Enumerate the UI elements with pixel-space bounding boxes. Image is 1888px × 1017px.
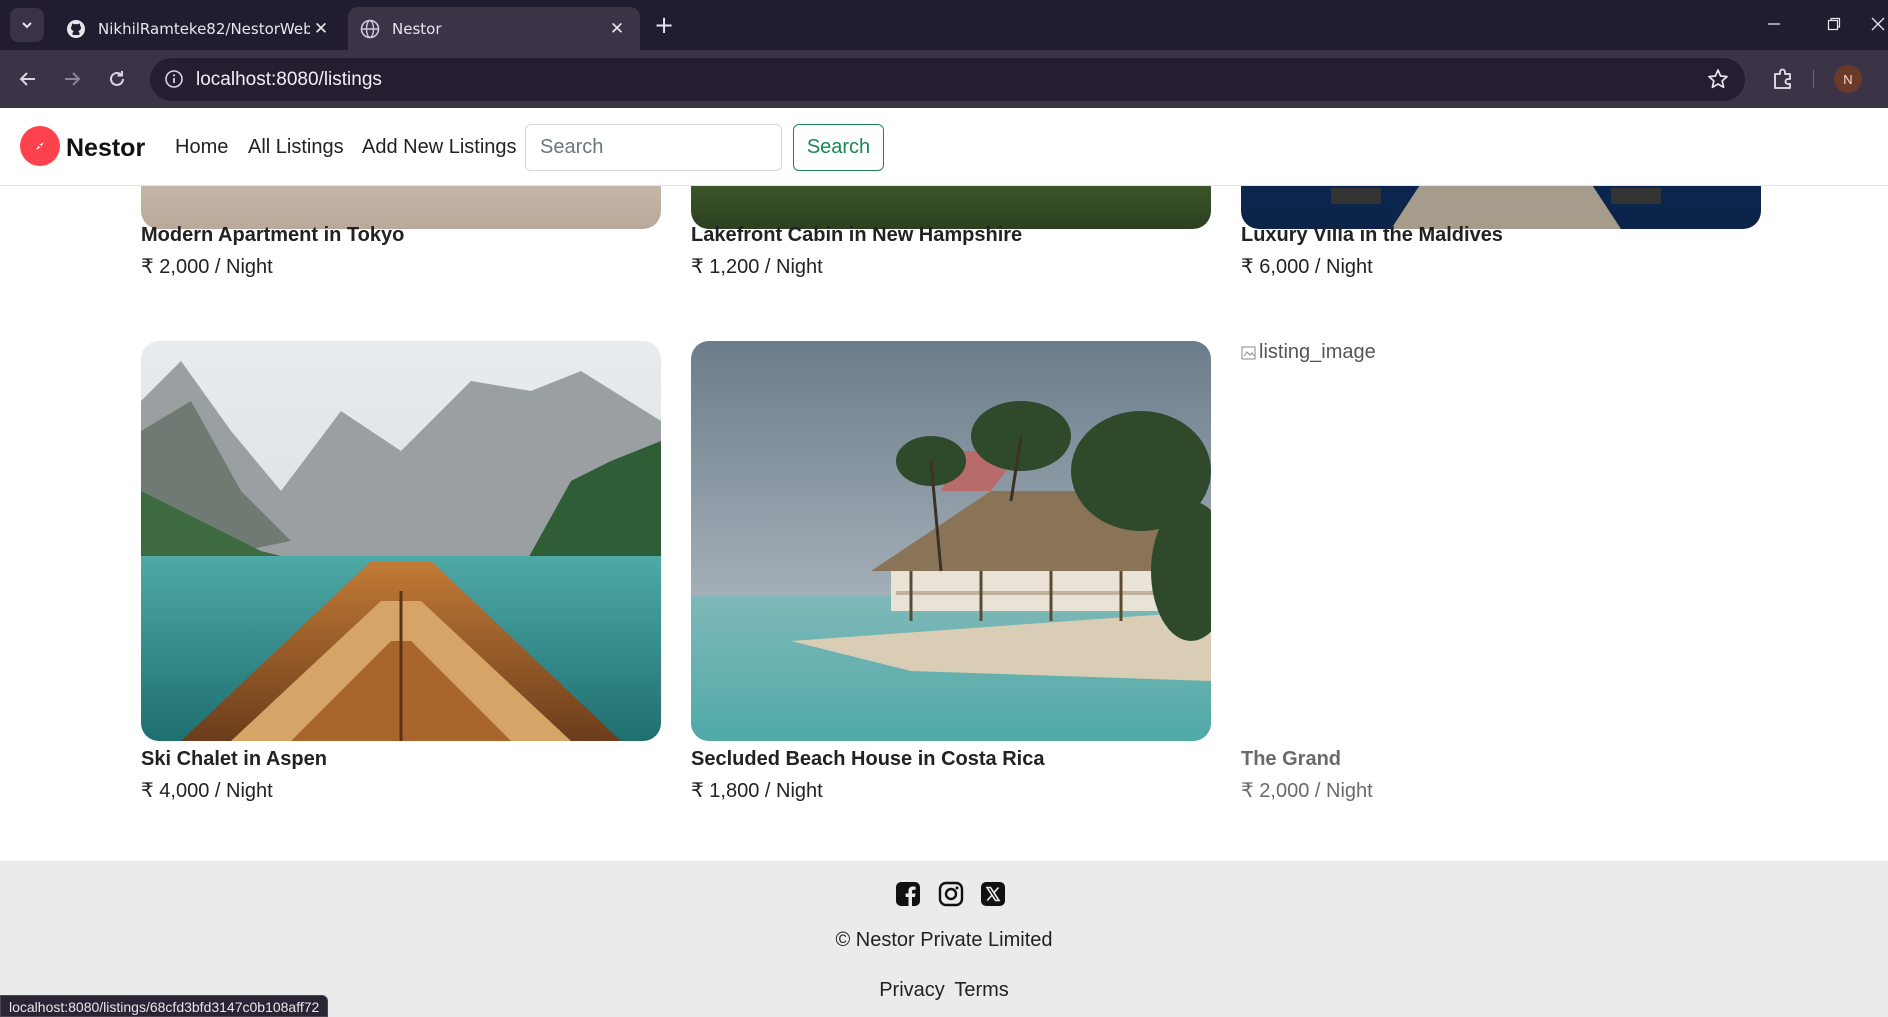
forward-button[interactable] [56, 63, 88, 95]
search-input[interactable] [525, 124, 782, 171]
restore-icon [1827, 17, 1841, 31]
reload-icon [110, 71, 124, 86]
browser-tab-nestor[interactable]: Nestor ✕ [348, 7, 640, 50]
browser-toolbar: localhost:8080/listings N [0, 50, 1888, 108]
site-footer: © Nestor Private Limited Privacy Terms [0, 861, 1888, 1017]
listing-title: Secluded Beach House in Costa Rica [691, 748, 1045, 770]
listing-image[interactable] [691, 341, 1211, 741]
browser-tab-strip: NikhilRamteke82/NestorWeb-P ✕ Nestor ✕ + [0, 0, 1888, 50]
minimize-button[interactable] [1754, 8, 1794, 40]
listing-price: ₹ 2,000 / Night [1241, 780, 1373, 802]
arrow-right-icon [65, 72, 81, 86]
restore-button[interactable] [1814, 8, 1854, 40]
web-page: Modern Apartment in Tokyo ₹ 2,000 / Nigh… [0, 108, 1888, 1017]
globe-icon [360, 19, 380, 38]
new-tab-button[interactable]: + [650, 11, 678, 39]
address-bar[interactable]: localhost:8080/listings [150, 58, 1745, 101]
listing-title: The Grand [1241, 748, 1342, 770]
mountain-lake-boat-illustration [141, 341, 661, 741]
tab-title: NikhilRamteke82/NestorWeb-P [98, 19, 310, 38]
browser-tab-github[interactable]: NikhilRamteke82/NestorWeb-P ✕ [54, 7, 344, 50]
chevron-down-icon [22, 22, 32, 29]
tab-title: Nestor [392, 19, 442, 38]
beach-house-illustration [691, 341, 1211, 741]
instagram-icon[interactable] [938, 881, 964, 907]
profile-avatar[interactable]: N [1834, 65, 1862, 93]
close-icon [1871, 17, 1885, 31]
tab-search-button[interactable] [10, 8, 44, 42]
reload-button[interactable] [101, 63, 133, 95]
listing-title: Lakefront Cabin in New Hampshire [691, 224, 1023, 246]
privacy-link[interactable]: Privacy [879, 979, 945, 1001]
listing-image[interactable]: listing_image [1241, 341, 1761, 741]
broken-image: listing_image [1241, 341, 1376, 364]
listing-image[interactable] [141, 341, 661, 741]
close-tab-icon[interactable]: ✕ [310, 18, 332, 40]
listing-price: ₹ 1,800 / Night [691, 780, 823, 802]
listing-title: Ski Chalet in Aspen [141, 748, 327, 770]
site-navbar: Nestor Home All Listings Add New Listing… [0, 108, 1888, 186]
brand-name[interactable]: Nestor [66, 134, 145, 163]
listing-price: ₹ 4,000 / Night [141, 780, 273, 802]
listing-title: Modern Apartment in Tokyo [141, 224, 405, 246]
x-twitter-icon[interactable] [980, 881, 1006, 907]
compass-icon [36, 142, 44, 150]
close-tab-icon[interactable]: ✕ [606, 18, 628, 40]
compass-logo-icon[interactable] [20, 126, 60, 166]
listing-price: ₹ 2,000 / Night [141, 256, 273, 278]
status-bar-url: localhost:8080/listings/68cfd3bfd3147c0b… [0, 995, 329, 1017]
nav-link-home[interactable]: Home [175, 136, 228, 159]
nav-link-add-new-listings[interactable]: Add New Listings [362, 136, 517, 159]
facebook-icon[interactable] [895, 881, 921, 907]
url-text[interactable]: localhost:8080/listings [196, 69, 382, 91]
minimize-icon [1768, 23, 1780, 25]
image-alt-text: listing_image [1259, 341, 1376, 363]
toolbar-separator [1813, 70, 1814, 88]
arrow-left-icon [19, 72, 35, 86]
listing-title: Luxury Villa in the Maldives [1241, 224, 1503, 246]
close-window-button[interactable] [1868, 8, 1888, 40]
broken-image-icon [1241, 346, 1256, 359]
terms-link[interactable]: Terms [954, 979, 1008, 1001]
github-icon [67, 19, 85, 38]
extensions-puzzle-icon[interactable] [1769, 65, 1797, 93]
nav-link-all-listings[interactable]: All Listings [248, 136, 344, 159]
listing-price: ₹ 1,200 / Night [691, 256, 823, 278]
site-info-icon[interactable] [164, 69, 184, 89]
back-button[interactable] [12, 63, 44, 95]
bookmark-star-icon[interactable] [1707, 68, 1729, 90]
listing-price: ₹ 6,000 / Night [1241, 256, 1373, 278]
copyright-text: © Nestor Private Limited [835, 929, 1053, 951]
search-button[interactable]: Search [793, 124, 884, 171]
